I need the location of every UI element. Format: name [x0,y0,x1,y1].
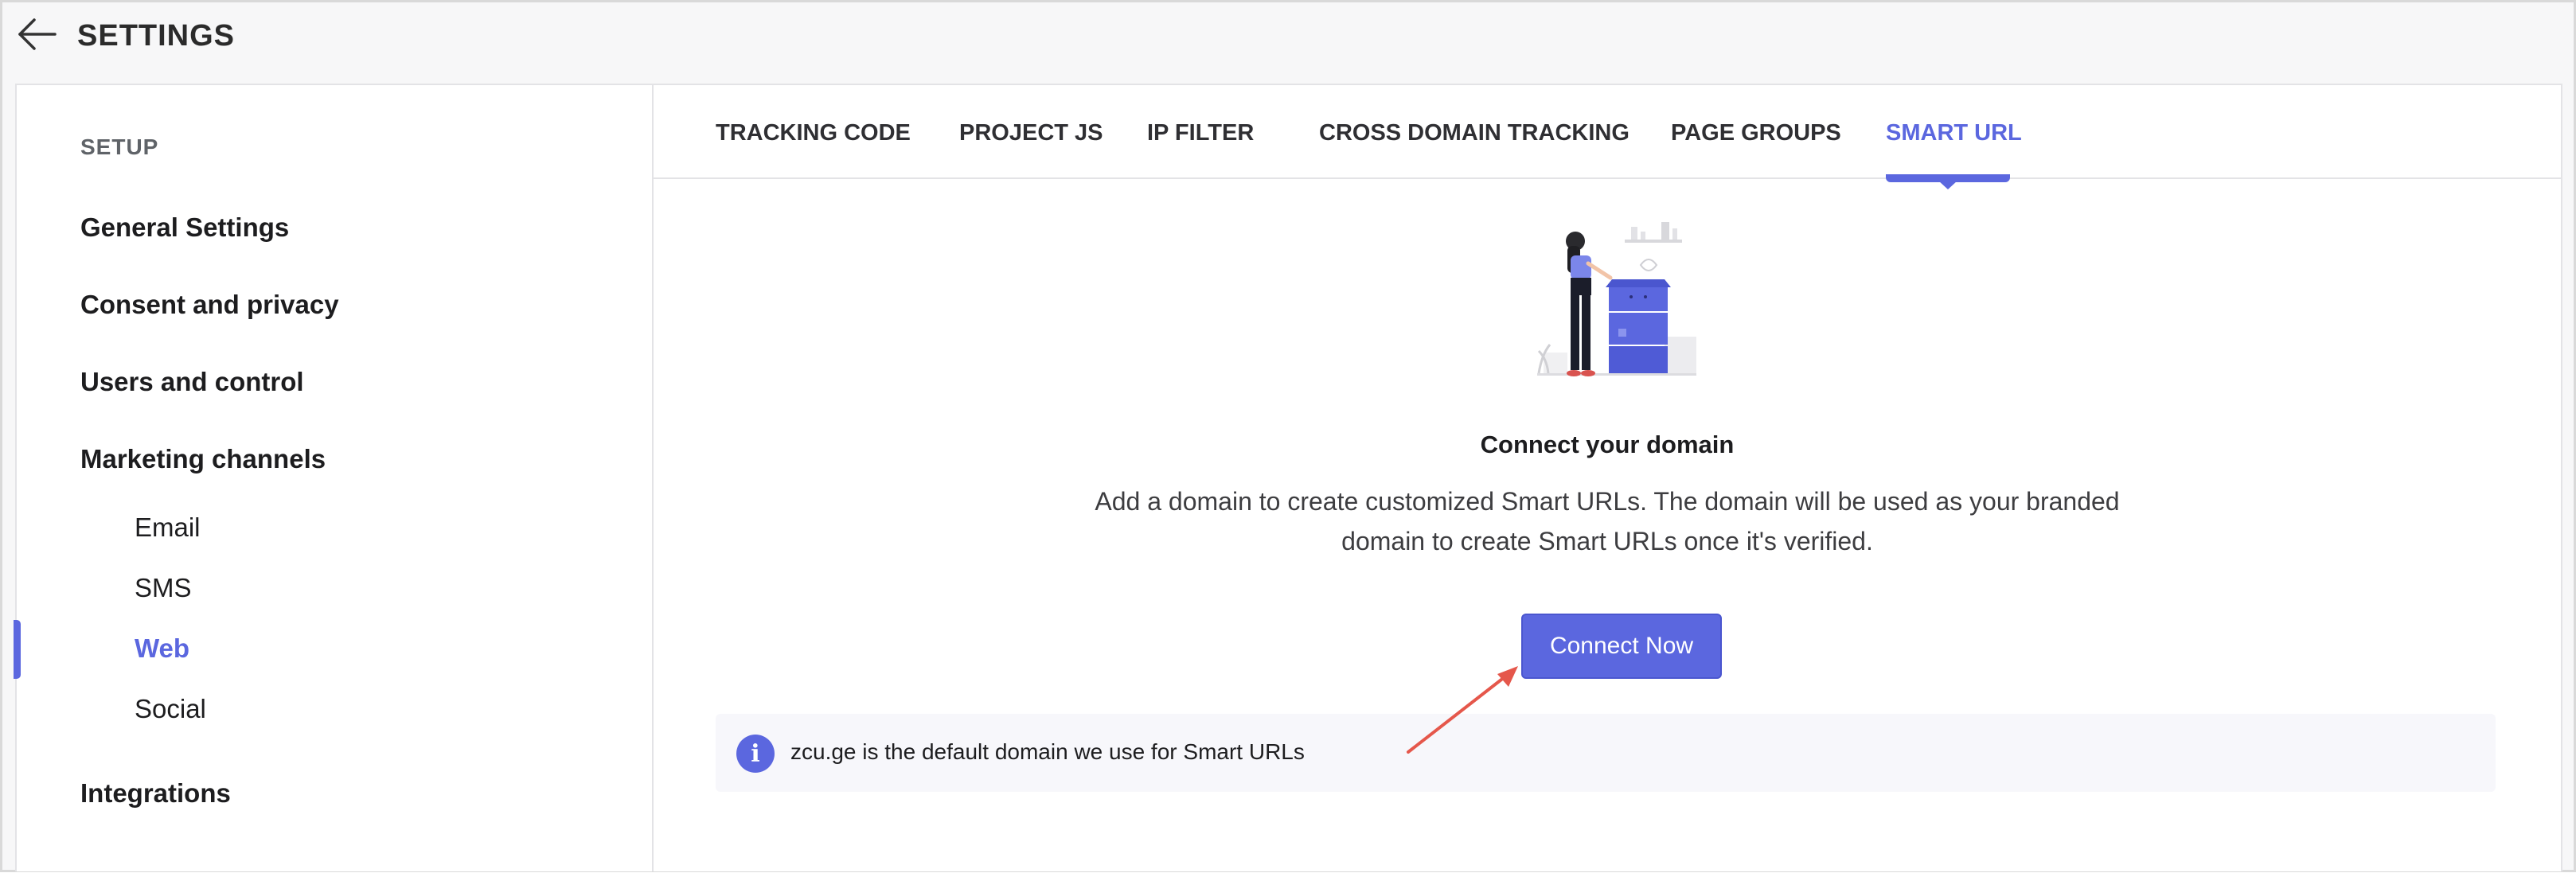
page-title: SETTINGS [77,19,236,53]
sidebar-subitem-sms[interactable]: SMS [135,573,192,603]
tab-bar: TRACKING CODE PROJECT JS IP FILTER CROSS… [654,85,2561,189]
connect-now-button[interactable]: Connect Now [1521,614,1722,679]
description-line-2: domain to create Smart URLs once it's ve… [1341,527,1873,555]
info-icon: i [736,735,775,773]
header: SETTINGS [2,2,2574,69]
connect-domain-description: Add a domain to create customized Smart … [1070,481,2145,561]
sidebar-item-integrations[interactable]: Integrations [80,778,231,809]
tab-tracking-code[interactable]: TRACKING CODE [716,120,911,146]
sidebar-section-setup: SETUP [80,134,159,159]
connect-domain-title: Connect your domain [1480,431,1735,458]
tab-project-js[interactable]: PROJECT JS [959,120,1103,146]
sidebar-item-marketing-channels[interactable]: Marketing channels [80,444,326,474]
sidebar-subitem-social[interactable]: Social [135,694,206,724]
app-window: SETTINGS SETUP General Settings Consent … [0,0,2576,872]
sidebar-item-users-control[interactable]: Users and control [80,367,304,397]
sidebar-subitem-web[interactable]: Web [135,633,189,664]
sidebar: SETUP General Settings Consent and priva… [14,85,654,871]
connect-domain-illustration [1529,217,1704,384]
tab-cross-domain-tracking[interactable]: CROSS DOMAIN TRACKING [1319,120,1630,146]
description-line-1: Add a domain to create customized Smart … [1095,487,2120,516]
tab-ip-filter[interactable]: IP FILTER [1147,120,1254,146]
sidebar-subitem-email[interactable]: Email [135,512,201,543]
arrow-left-icon[interactable] [17,17,58,52]
active-indicator [14,620,21,679]
settings-card: SETUP General Settings Consent and priva… [14,84,2562,873]
smart-url-content: Connect your domain Add a domain to crea… [654,179,2561,873]
tab-smart-url[interactable]: SMART URL [1886,120,2022,146]
default-domain-info-text: zcu.ge is the default domain we use for … [790,739,1305,764]
default-domain-info-bar: i zcu.ge is the default domain we use fo… [716,714,2496,792]
sidebar-item-general-settings[interactable]: General Settings [80,212,289,243]
tab-page-groups[interactable]: PAGE GROUPS [1671,120,1841,146]
sidebar-item-consent-privacy[interactable]: Consent and privacy [80,290,339,320]
